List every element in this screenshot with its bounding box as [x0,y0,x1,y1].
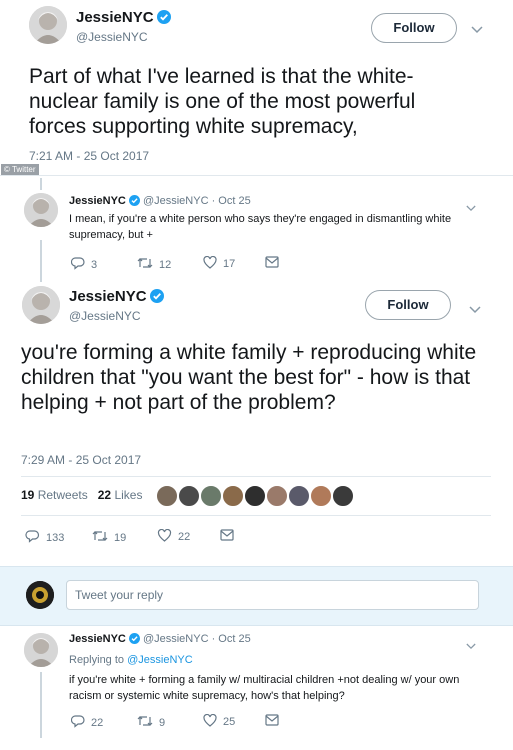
reply-action[interactable]: 22 [70,714,104,731]
twitter-watermark: © Twitter [1,164,39,175]
replying-to-label: Replying to [69,654,125,666]
liker-avatar[interactable] [288,485,310,507]
liker-avatar[interactable] [200,485,222,507]
retweet-count: 19 [114,531,127,544]
retweets-stat-count: 19 [21,488,35,502]
reply-text: if you're white + forming a family w/ mu… [69,674,460,702]
message-icon [265,714,285,729]
tweet-text: you're forming a white family + reproduc… [21,341,477,414]
like-count: 25 [223,716,236,728]
tweet-date[interactable]: · Oct 25 [212,195,251,207]
author-name[interactable]: JessieNYC [69,633,126,645]
like-action[interactable]: 17 [203,255,236,272]
divider [21,476,491,477]
reply-count: 133 [46,531,65,544]
liker-avatar[interactable] [244,485,266,507]
message-action[interactable] [265,714,285,729]
like-count: 17 [223,258,236,270]
replying-to-link[interactable]: @JessieNYC [127,654,193,666]
chevron-down-icon[interactable] [471,21,483,39]
author-handle[interactable]: @JessieNYC [143,633,209,645]
verified-icon [149,289,164,307]
retweets-stat-label: Retweets [37,488,88,502]
retweet-icon [137,714,159,731]
thread-line [40,240,42,282]
author-name[interactable]: JessieNYC [76,9,154,26]
liker-avatars [156,485,354,507]
like-count: 22 [178,531,191,543]
avatar[interactable] [26,581,54,609]
reply-count: 3 [91,258,98,271]
chevron-down-icon[interactable] [469,301,481,319]
divider [0,175,513,176]
like-action[interactable]: 22 [157,528,191,545]
reply-icon [70,256,91,273]
liker-avatar[interactable] [266,485,288,507]
avatar[interactable] [24,633,58,667]
liker-avatar[interactable] [178,485,200,507]
reply-icon [25,529,46,546]
follow-button[interactable]: Follow [365,290,451,320]
retweet-action[interactable]: 9 [137,714,165,731]
author-handle[interactable]: @JessieNYC [76,30,148,44]
tweet-timestamp[interactable]: 7:29 AM - 25 Oct 2017 [21,453,141,467]
like-icon [203,713,223,730]
tweet-text: Part of what I've learned is that the wh… [29,65,416,138]
verified-icon [128,633,140,647]
author-name[interactable]: JessieNYC [69,288,147,305]
retweet-icon [137,256,159,273]
follow-button[interactable]: Follow [371,13,457,43]
like-icon [203,255,223,272]
avatar[interactable] [22,286,60,324]
message-icon [265,256,285,271]
likes-stat-count: 22 [97,488,112,502]
retweets-stat[interactable]: 19 Retweets [21,488,88,502]
liker-avatar[interactable] [332,485,354,507]
author-handle[interactable]: @JessieNYC [143,195,209,207]
liker-avatar[interactable] [310,485,332,507]
verified-icon [128,195,140,209]
thread-line [40,672,42,738]
tweet-timestamp[interactable]: 7:21 AM - 25 Oct 2017 [29,149,149,163]
thread-line [40,178,42,190]
tweet-date[interactable]: · Oct 25 [212,633,251,645]
divider [21,515,491,516]
reply-icon [70,714,91,731]
message-icon [220,529,240,544]
like-action[interactable]: 25 [203,713,236,730]
reply-input[interactable]: Tweet your reply [66,580,479,610]
message-action[interactable] [220,529,240,544]
author-handle[interactable]: @JessieNYC [69,309,141,323]
retweet-count: 9 [159,716,166,729]
chevron-down-icon[interactable] [466,637,476,655]
likes-stat-label: Likes [114,488,143,502]
avatar[interactable] [24,193,58,227]
liker-avatar[interactable] [222,485,244,507]
retweet-icon [92,529,114,546]
likes-stat[interactable]: 22 Likes [98,488,143,502]
like-icon [157,528,178,545]
retweet-action[interactable]: 12 [137,256,171,273]
reply-count: 22 [91,716,104,729]
retweet-action[interactable]: 19 [92,529,126,546]
avatar[interactable] [29,6,67,44]
author-name[interactable]: JessieNYC [69,195,126,207]
message-action[interactable] [265,256,285,271]
liker-avatar[interactable] [156,485,178,507]
retweet-count: 12 [159,258,172,271]
reply-action[interactable]: 133 [25,529,64,546]
reply-action[interactable]: 3 [70,256,98,273]
verified-icon [156,10,171,28]
reply-text: I mean, if you're a white person who say… [69,213,452,241]
